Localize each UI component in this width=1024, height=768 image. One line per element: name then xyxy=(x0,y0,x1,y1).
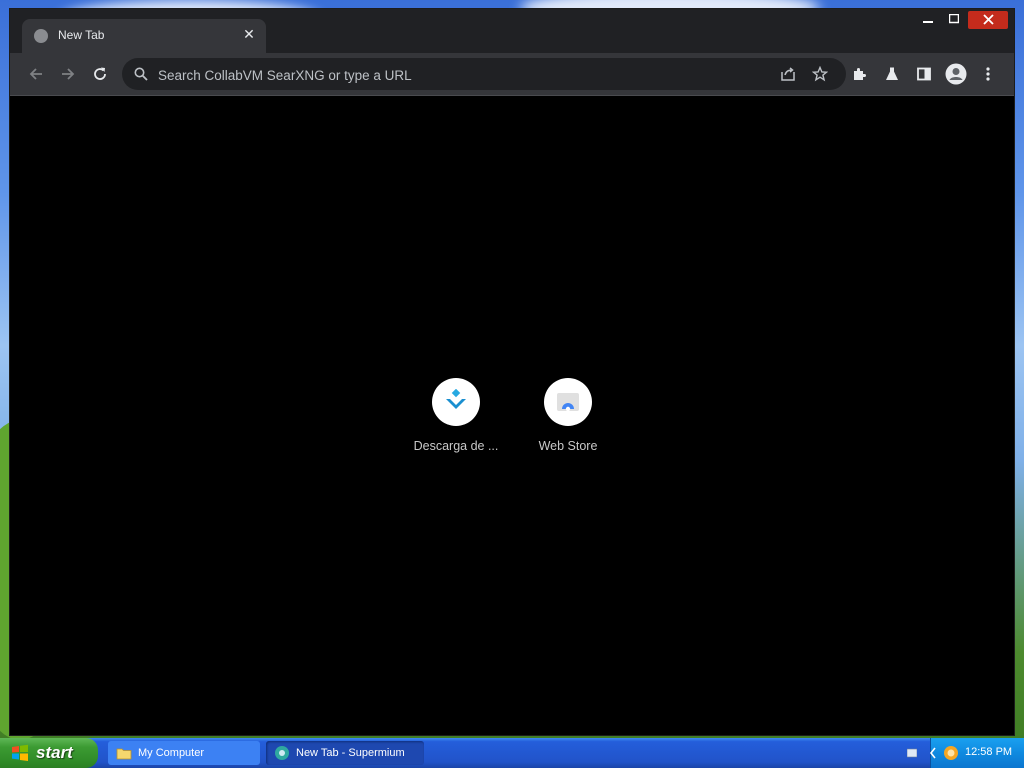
desktop: New Tab ✕ Search CollabVM SearXNG or typ… xyxy=(0,0,1024,768)
flask-icon xyxy=(886,67,898,80)
chevron-left-icon[interactable] xyxy=(929,747,937,759)
share-button[interactable] xyxy=(774,60,802,88)
close-window-button[interactable] xyxy=(968,11,1008,29)
minimize-icon xyxy=(923,21,933,23)
puzzle-icon xyxy=(854,68,866,80)
back-button[interactable] xyxy=(22,60,50,88)
forward-button[interactable] xyxy=(54,60,82,88)
system-tray: 12:58 PM xyxy=(907,738,1024,768)
taskbar-item-label: My Computer xyxy=(138,747,205,759)
start-button[interactable]: start xyxy=(0,738,98,768)
tab-title: New Tab xyxy=(58,28,105,42)
share-icon xyxy=(781,67,795,81)
maximize-icon xyxy=(948,13,960,24)
side-panel-button[interactable] xyxy=(910,60,938,88)
folder-icon xyxy=(116,748,132,760)
taskbar-item-my-computer[interactable]: My Computer xyxy=(108,741,260,765)
maximize-button[interactable] xyxy=(942,11,966,29)
shortcut-icon-tile xyxy=(544,378,592,426)
extensions-button[interactable] xyxy=(846,60,874,88)
tab-new-tab[interactable]: New Tab ✕ xyxy=(22,19,266,53)
browser-window: New Tab ✕ Search CollabVM SearXNG or typ… xyxy=(10,9,1014,735)
network-globe-icon[interactable] xyxy=(943,745,959,761)
close-icon xyxy=(982,14,994,25)
bookmark-button[interactable] xyxy=(806,60,834,88)
address-input[interactable] xyxy=(156,58,760,92)
profile-button[interactable] xyxy=(942,60,970,88)
start-label: start xyxy=(36,743,73,762)
web-store-icon xyxy=(557,393,579,412)
shortcut-descarga[interactable]: Descarga de ... xyxy=(400,368,512,464)
shortcut-label: Web Store xyxy=(538,439,598,453)
forward-arrow-icon xyxy=(62,68,75,80)
shortcut-web-store[interactable]: Web Store xyxy=(512,368,624,464)
keyboard-icon[interactable] xyxy=(907,747,917,759)
browser-icon xyxy=(275,746,289,760)
tab-close-icon[interactable]: ✕ xyxy=(238,23,260,45)
download-arrow-icon xyxy=(446,389,466,409)
labs-button[interactable] xyxy=(878,60,906,88)
search-icon xyxy=(134,67,148,81)
avatar-icon xyxy=(945,63,967,85)
kebab-menu-icon xyxy=(986,67,990,81)
windows-logo-icon xyxy=(12,744,28,761)
omnibox[interactable] xyxy=(122,58,846,92)
menu-button[interactable] xyxy=(974,60,1002,88)
taskbar-item-new-tab[interactable]: New Tab - Supermium xyxy=(266,741,424,765)
taskbar-item-label: New Tab - Supermium xyxy=(296,747,405,759)
side-panel-icon xyxy=(917,67,931,81)
title-bar: New Tab ✕ xyxy=(10,9,1014,53)
back-arrow-icon xyxy=(29,68,42,80)
taskbar-clock[interactable]: 12:58 PM xyxy=(965,746,1012,758)
toolbar xyxy=(10,53,1014,96)
reload-icon xyxy=(94,67,106,80)
taskbar: start My Computer New Tab - Supermium 12… xyxy=(0,738,1024,768)
minimize-button[interactable] xyxy=(916,11,940,29)
star-icon xyxy=(812,66,828,82)
new-tab-page: Descarga de ... Web Store xyxy=(10,96,1014,735)
shortcut-label: Descarga de ... xyxy=(413,439,499,453)
globe-icon xyxy=(34,29,48,43)
shortcut-icon-tile xyxy=(432,378,480,426)
reload-button[interactable] xyxy=(86,60,114,88)
